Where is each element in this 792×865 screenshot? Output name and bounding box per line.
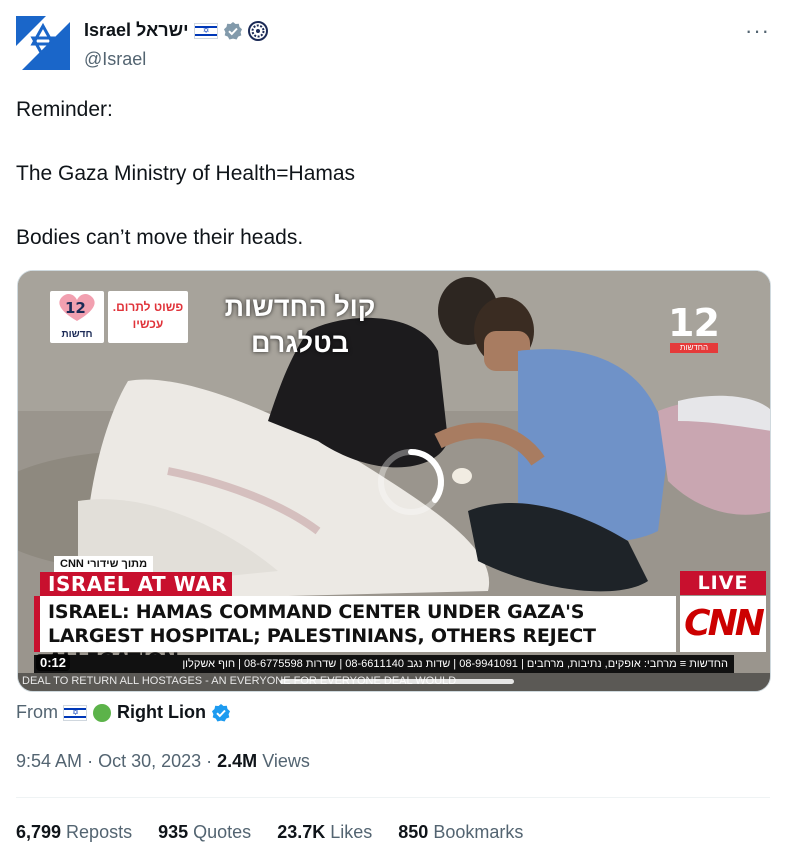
channel-logo: 12 חדשות <box>50 291 104 343</box>
hebrew-overlay-text: קול החדשות בטלגרם <box>224 292 376 358</box>
video-player[interactable]: 12 חדשות פשוט לתרום. עכשיו קול החדשות בט… <box>17 270 771 692</box>
engagement-stats: 6,799 Reposts 935 Quotes 23.7K Likes 850 Boo… <box>16 822 523 843</box>
channel-tag: החדשות <box>670 343 718 353</box>
meta-separator: · <box>87 751 99 771</box>
tweet-meta: 9:54 AM · Oct 30, 2023 · 2.4M Views <box>16 751 310 772</box>
from-account-name[interactable]: Right Lion <box>117 702 206 723</box>
blue-verified-icon <box>211 703 230 721</box>
bookmarks-stat[interactable]: 850 Bookmarks <box>398 822 523 843</box>
reposts-label: Reposts <box>66 822 133 842</box>
video-progress-bar[interactable] <box>280 679 514 684</box>
green-circle-icon <box>93 703 111 722</box>
video-duration: 0:12 <box>36 654 71 671</box>
verified-badge-icon[interactable] <box>223 21 243 41</box>
reposts-stat[interactable]: 6,799 Reposts <box>16 822 132 843</box>
from-prefix: From <box>16 702 58 722</box>
tweet-text-line: Bodies can’t move their heads. <box>16 226 304 249</box>
likes-label: Likes <box>330 822 373 842</box>
israel-flag-icon: ✡ <box>63 704 87 721</box>
likes-count: 23.7K <box>277 822 326 842</box>
news-headline: ISRAEL: HAMAS COMMAND CENTER UNDER GAZA'… <box>34 596 676 671</box>
likes-stat[interactable]: 23.7K Likes <box>277 822 372 843</box>
news-ticker: החדשות ≡ מרחבי: אופקים, נתיבות, מרחבים |… <box>34 655 734 673</box>
more-options-icon[interactable]: ··· <box>745 18 770 44</box>
from-row: From ✡ Right Lion <box>16 702 231 723</box>
tweet-text-line: The Gaza Ministry of Health=Hamas <box>16 162 356 185</box>
live-label: LIVE <box>680 571 766 595</box>
meta-separator: · <box>206 751 218 771</box>
tweet-time[interactable]: 9:54 AM <box>16 751 82 771</box>
views-count: 2.4M <box>217 751 258 771</box>
tweet-text-line: Reminder: <box>16 98 113 121</box>
bookmarks-count: 850 <box>398 822 429 842</box>
quotes-count: 935 <box>158 822 189 842</box>
avatar[interactable] <box>16 16 70 70</box>
author-name-row[interactable]: Israel ישראל ✡ <box>84 20 268 41</box>
cnn-source-tag: מתוך שידורי CNN <box>54 556 154 572</box>
divider <box>16 797 770 798</box>
cnn-logo: CNN <box>680 596 766 652</box>
bookmarks-label: Bookmarks <box>433 822 524 842</box>
tweet-card: Israel ישראל ✡ @Israel ··· Reminder: The… <box>0 0 792 865</box>
views-label: Views <box>262 751 310 771</box>
quotes-stat[interactable]: 935 Quotes <box>158 822 251 843</box>
war-banner: ISRAEL AT WAR <box>40 572 232 596</box>
reposts-count: 6,799 <box>16 822 62 842</box>
promo-box: פשוט לתרום. עכשיו <box>108 291 188 343</box>
channel-number: 12 <box>668 301 720 345</box>
israel-flag-icon: ✡ <box>193 22 218 39</box>
quotes-label: Quotes <box>193 822 252 842</box>
tweet-date[interactable]: Oct 30, 2023 <box>98 751 201 771</box>
loading-spinner-icon <box>378 449 444 515</box>
affiliate-badge-icon[interactable] <box>247 20 268 41</box>
channel-logo-label: חדשות <box>61 329 93 340</box>
heart-logo-icon: 12 <box>59 293 95 321</box>
author-name[interactable]: Israel <box>84 20 131 41</box>
author-handle[interactable]: @Israel <box>84 49 146 70</box>
author-name-hebrew[interactable]: ישראל <box>136 20 189 41</box>
svg-text:12: 12 <box>65 299 86 317</box>
